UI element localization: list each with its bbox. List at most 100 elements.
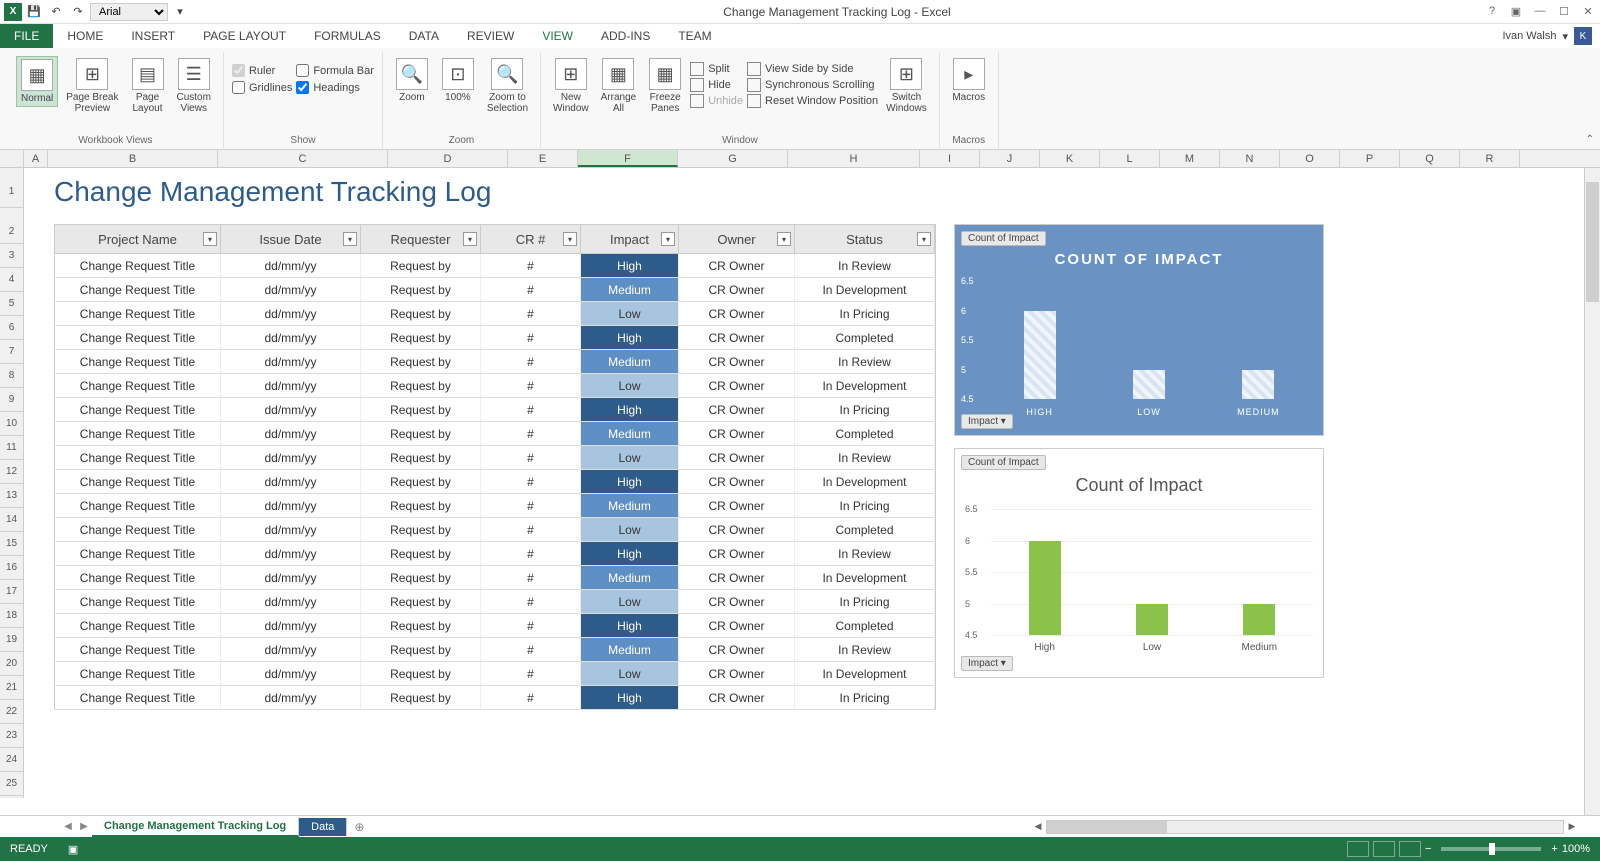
add-sheet-icon[interactable]: ⊕ <box>347 820 371 834</box>
col-K[interactable]: K <box>1040 150 1100 167</box>
table-cell[interactable]: Change Request Title <box>55 278 221 301</box>
table-cell[interactable]: CR Owner <box>679 638 795 661</box>
hide-button[interactable]: Hide <box>690 78 743 92</box>
pagebreak-button[interactable]: ⊞Page Break Preview <box>62 56 122 116</box>
table-cell[interactable]: CR Owner <box>679 254 795 277</box>
row-19[interactable]: 19 <box>0 628 23 652</box>
tab-home[interactable]: HOME <box>53 24 117 48</box>
table-cell[interactable]: In Review <box>795 350 935 373</box>
table-cell[interactable]: CR Owner <box>679 614 795 637</box>
table-cell[interactable]: dd/mm/yy <box>221 326 361 349</box>
table-cell[interactable]: Medium <box>581 638 679 661</box>
table-cell[interactable]: Change Request Title <box>55 422 221 445</box>
row-17[interactable]: 17 <box>0 580 23 604</box>
table-cell[interactable]: Change Request Title <box>55 686 221 709</box>
col-J[interactable]: J <box>980 150 1040 167</box>
redo-icon[interactable]: ↷ <box>68 2 88 22</box>
table-cell[interactable]: CR Owner <box>679 542 795 565</box>
table-cell[interactable]: In Review <box>795 542 935 565</box>
table-cell[interactable]: dd/mm/yy <box>221 518 361 541</box>
freezepanes-button[interactable]: ▦Freeze Panes <box>644 56 686 116</box>
filter-dropdown-icon[interactable]: ▾ <box>563 232 577 246</box>
table-cell[interactable]: dd/mm/yy <box>221 302 361 325</box>
table-cell[interactable]: CR Owner <box>679 374 795 397</box>
table-cell[interactable]: # <box>481 494 581 517</box>
table-cell[interactable]: CR Owner <box>679 566 795 589</box>
normal-view-button[interactable]: ▦Normal <box>16 56 58 107</box>
table-cell[interactable]: Change Request Title <box>55 638 221 661</box>
chart1-field-button[interactable]: Count of Impact <box>961 231 1046 246</box>
row-23[interactable]: 23 <box>0 724 23 748</box>
table-row[interactable]: Change Request Titledd/mm/yyRequest by#H… <box>54 542 936 566</box>
gridlines-checkbox[interactable]: Gridlines <box>232 81 292 94</box>
col-O[interactable]: O <box>1280 150 1340 167</box>
table-cell[interactable]: CR Owner <box>679 662 795 685</box>
headings-checkbox[interactable]: Headings <box>296 81 374 94</box>
table-cell[interactable]: Low <box>581 302 679 325</box>
maximize-icon[interactable]: ☐ <box>1556 5 1572 18</box>
table-cell[interactable]: # <box>481 326 581 349</box>
row-13[interactable]: 13 <box>0 484 23 508</box>
sheet-nav-next-icon[interactable]: ▶ <box>76 821 92 832</box>
row-9[interactable]: 9 <box>0 388 23 412</box>
table-cell[interactable]: CR Owner <box>679 470 795 493</box>
table-cell[interactable]: dd/mm/yy <box>221 614 361 637</box>
table-row[interactable]: Change Request Titledd/mm/yyRequest by#M… <box>54 494 936 518</box>
table-row[interactable]: Change Request Titledd/mm/yyRequest by#H… <box>54 326 936 350</box>
minimize-icon[interactable]: — <box>1532 5 1548 18</box>
table-cell[interactable]: dd/mm/yy <box>221 350 361 373</box>
col-D[interactable]: D <box>388 150 508 167</box>
row-14[interactable]: 14 <box>0 508 23 532</box>
table-cell[interactable]: Request by <box>361 494 481 517</box>
table-cell[interactable]: # <box>481 350 581 373</box>
col-N[interactable]: N <box>1220 150 1280 167</box>
table-cell[interactable]: # <box>481 662 581 685</box>
table-cell[interactable]: Change Request Title <box>55 614 221 637</box>
table-cell[interactable]: Request by <box>361 374 481 397</box>
table-cell[interactable]: In Pricing <box>795 590 935 613</box>
table-cell[interactable]: dd/mm/yy <box>221 278 361 301</box>
table-cell[interactable]: dd/mm/yy <box>221 494 361 517</box>
sheet-tab-active[interactable]: Change Management Tracking Log <box>92 817 299 837</box>
sidebyside-button[interactable]: View Side by Side <box>747 62 878 76</box>
pagelayout-button[interactable]: ▤Page Layout <box>127 56 169 116</box>
table-cell[interactable]: dd/mm/yy <box>221 686 361 709</box>
row-22[interactable]: 22 <box>0 700 23 724</box>
table-cell[interactable]: # <box>481 278 581 301</box>
table-cell[interactable]: # <box>481 302 581 325</box>
table-header-1[interactable]: Issue Date▾ <box>221 225 361 253</box>
zoom-button[interactable]: 🔍Zoom <box>391 56 433 105</box>
switchwindows-button[interactable]: ⊞Switch Windows <box>882 56 931 116</box>
table-cell[interactable]: High <box>581 398 679 421</box>
horizontal-scrollbar[interactable]: ◀ ▶ <box>1030 820 1580 834</box>
table-cell[interactable]: CR Owner <box>679 422 795 445</box>
table-cell[interactable]: CR Owner <box>679 518 795 541</box>
row-24[interactable]: 24 <box>0 748 23 772</box>
table-cell[interactable]: Request by <box>361 278 481 301</box>
table-cell[interactable]: Completed <box>795 518 935 541</box>
table-cell[interactable]: High <box>581 542 679 565</box>
table-cell[interactable]: # <box>481 686 581 709</box>
table-cell[interactable]: CR Owner <box>679 278 795 301</box>
chart1-axis-button[interactable]: Impact ▾ <box>961 414 1013 429</box>
table-cell[interactable]: # <box>481 638 581 661</box>
table-cell[interactable]: CR Owner <box>679 350 795 373</box>
table-cell[interactable]: In Development <box>795 566 935 589</box>
table-cell[interactable]: Change Request Title <box>55 302 221 325</box>
table-cell[interactable]: Medium <box>581 278 679 301</box>
table-cell[interactable]: # <box>481 374 581 397</box>
row-1[interactable]: 1 <box>0 168 23 208</box>
hscroll-left-icon[interactable]: ◀ <box>1030 821 1046 832</box>
table-cell[interactable]: Change Request Title <box>55 374 221 397</box>
tab-file[interactable]: FILE <box>0 24 53 48</box>
macro-record-icon[interactable]: ▣ <box>68 843 78 856</box>
tab-data[interactable]: DATA <box>395 24 453 48</box>
table-cell[interactable]: CR Owner <box>679 302 795 325</box>
table-cell[interactable]: # <box>481 590 581 613</box>
table-cell[interactable]: In Pricing <box>795 398 935 421</box>
table-row[interactable]: Change Request Titledd/mm/yyRequest by#M… <box>54 566 936 590</box>
table-cell[interactable]: Change Request Title <box>55 494 221 517</box>
hscroll-right-icon[interactable]: ▶ <box>1564 821 1580 832</box>
row-5[interactable]: 5 <box>0 292 23 316</box>
table-row[interactable]: Change Request Titledd/mm/yyRequest by#H… <box>54 254 936 278</box>
